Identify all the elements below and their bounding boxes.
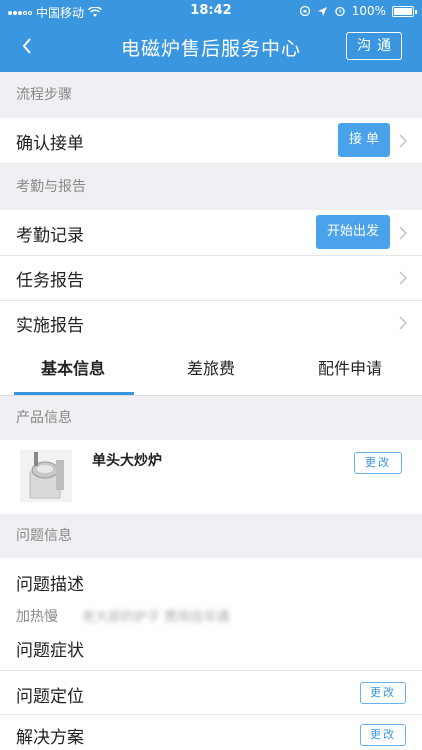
product-row: 单头大炒炉 更改 bbox=[0, 440, 422, 514]
battery-percent: 100% bbox=[351, 4, 386, 18]
task-report-row[interactable]: 任务报告 bbox=[0, 256, 422, 301]
task-report-label: 任务报告 bbox=[16, 271, 84, 291]
change-location-button[interactable]: 更改 bbox=[360, 682, 406, 704]
tab-parts-request[interactable]: 配件申请 bbox=[278, 346, 422, 396]
chat-button[interactable]: 沟通 bbox=[346, 32, 402, 60]
divider bbox=[0, 670, 422, 671]
problem-info-block: 问题描述 加热慢 老大部的炉子 费用挂华通 问题症状 问题定位 更改 解决方案 … bbox=[0, 558, 422, 750]
problem-description-title: 问题描述 bbox=[16, 575, 84, 595]
section-header-problem: 问题信息 bbox=[0, 514, 422, 558]
section-header-product: 产品信息 bbox=[0, 396, 422, 440]
nav-bar: 电磁炉售后服务中心 沟通 bbox=[0, 22, 422, 72]
attendance-record-row[interactable]: 考勤记录 开始出发 bbox=[0, 210, 422, 256]
alarm-icon bbox=[335, 6, 345, 17]
solution-title: 解决方案 bbox=[16, 728, 84, 748]
change-product-button[interactable]: 更改 bbox=[354, 452, 402, 474]
problem-location-title: 问题定位 bbox=[16, 687, 84, 707]
section-header-process: 流程步骤 bbox=[0, 72, 422, 118]
implementation-report-label: 实施报告 bbox=[16, 316, 84, 336]
problem-description-tag: 加热慢 bbox=[16, 609, 58, 625]
chevron-right-icon bbox=[398, 134, 408, 148]
problem-description-text: 老大部的炉子 费用挂华通 bbox=[82, 610, 230, 625]
confirm-order-row[interactable]: 确认接单 接单 bbox=[0, 118, 422, 164]
chevron-right-icon bbox=[398, 226, 408, 240]
start-departure-button[interactable]: 开始出发 bbox=[316, 215, 390, 249]
tab-travel-expense[interactable]: 差旅费 bbox=[140, 346, 282, 396]
divider bbox=[0, 714, 422, 715]
status-right: 100% bbox=[299, 4, 417, 18]
attendance-record-label: 考勤记录 bbox=[16, 226, 84, 246]
tab-basic-info[interactable]: 基本信息 bbox=[0, 346, 146, 396]
tab-bar: 基本信息 差旅费 配件申请 bbox=[0, 346, 422, 396]
chevron-right-icon bbox=[398, 316, 408, 330]
change-solution-button[interactable]: 更改 bbox=[360, 724, 406, 746]
section-header-attendance: 考勤与报告 bbox=[0, 164, 422, 210]
location-icon bbox=[317, 6, 327, 16]
product-name: 单头大炒炉 bbox=[92, 453, 162, 469]
status-bar: 中国移动 18:42 100% bbox=[0, 0, 422, 22]
battery-icon bbox=[392, 5, 417, 17]
problem-symptom-title: 问题症状 bbox=[16, 641, 84, 661]
implementation-report-row[interactable]: 实施报告 bbox=[0, 301, 422, 346]
confirm-order-label: 确认接单 bbox=[16, 134, 84, 154]
product-image[interactable] bbox=[20, 450, 72, 502]
chevron-right-icon bbox=[398, 271, 408, 285]
active-tab-indicator bbox=[14, 392, 134, 395]
accept-order-button[interactable]: 接单 bbox=[338, 123, 390, 157]
orientation-lock-icon bbox=[299, 5, 310, 17]
